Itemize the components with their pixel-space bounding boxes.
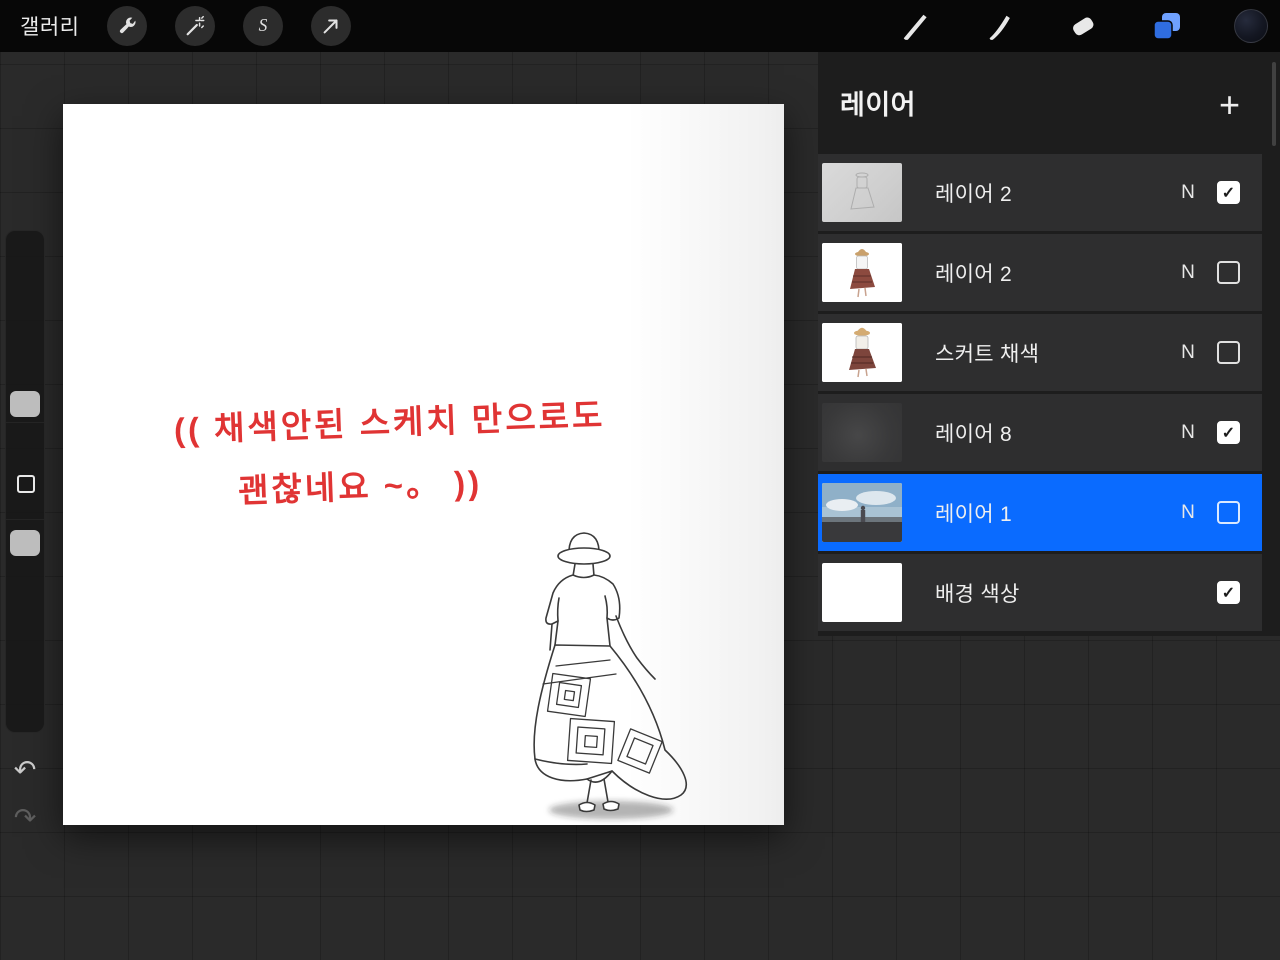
color-button[interactable]	[1232, 7, 1270, 45]
slider-strip	[5, 230, 45, 733]
blend-mode-button[interactable]: N	[1176, 262, 1200, 284]
blend-mode-button[interactable]: N	[1176, 502, 1200, 524]
layer-thumbnail[interactable]	[822, 163, 902, 222]
transform-button[interactable]	[311, 6, 352, 46]
selection-s-icon: S	[252, 15, 274, 37]
layer-thumbnail[interactable]	[822, 403, 902, 462]
layer-row[interactable]: 레이어 1 N	[818, 474, 1262, 551]
gallery-button[interactable]: 갤러리	[20, 11, 79, 41]
eraser-icon	[1068, 11, 1098, 41]
layers-icon	[1151, 10, 1183, 42]
svg-text:S: S	[259, 15, 268, 35]
layer-row[interactable]: 레이어 2 N	[818, 154, 1262, 231]
scrollbar[interactable]	[1272, 62, 1276, 146]
layer-row[interactable]: 스커트 채색 N	[818, 314, 1262, 391]
undo-button[interactable]: ↶	[5, 755, 45, 785]
drawing-canvas[interactable]: (( 채색안된 스케치 만으로도 괜찮네요 ~。 ))	[63, 104, 784, 825]
layer-name: 레이어 2	[935, 262, 1012, 286]
paint-button[interactable]	[896, 7, 934, 45]
visibility-checkbox[interactable]	[1217, 421, 1240, 444]
layer-row[interactable]: 레이어 2 N	[818, 234, 1262, 311]
layers-panel: 레이어 + 레이어 2 N ✓ 레이어 2 N 스커트 채색 N 레이어 8 N…	[818, 52, 1280, 636]
side-toolbar: ↶ ↷	[5, 230, 45, 833]
visibility-checkbox[interactable]	[1217, 341, 1240, 364]
selection-button[interactable]: S	[243, 6, 284, 46]
layer-thumbnail[interactable]	[822, 563, 902, 622]
layers-button[interactable]	[1148, 7, 1186, 45]
modify-button[interactable]	[17, 475, 35, 493]
blend-mode-button[interactable]: N	[1176, 422, 1200, 444]
brush-opacity-handle[interactable]	[10, 530, 40, 556]
visibility-checkbox[interactable]	[1217, 261, 1240, 284]
visibility-checkbox[interactable]	[1217, 181, 1240, 204]
top-toolbar: 갤러리 S	[0, 0, 1280, 52]
layer-thumbnail[interactable]	[822, 243, 902, 302]
layer-name: 스커트 채색	[935, 342, 1040, 366]
visibility-checkbox[interactable]	[1217, 501, 1240, 524]
layer-name: 레이어 8	[935, 422, 1012, 446]
visibility-checkbox[interactable]	[1217, 581, 1240, 604]
brush-opacity-slider[interactable]	[6, 519, 44, 734]
layer-row[interactable]: 레이어 8 N	[818, 394, 1262, 471]
add-layer-button[interactable]: +	[1219, 87, 1240, 123]
procreate-app: 갤러리 S ((채색안된 스케치 만으로도 괜찮네요 ~。)) ↶ ↷ 레이…	[0, 0, 1280, 960]
brush-size-handle[interactable]	[10, 391, 40, 417]
layer-name: 레이어 1	[935, 502, 1012, 526]
layer-thumbnail[interactable]	[822, 323, 902, 382]
blend-mode-button[interactable]: N	[1176, 342, 1200, 364]
adjustments-button[interactable]	[175, 6, 216, 46]
note-line-2: 괜찮네요 ~。 ))	[237, 463, 483, 510]
layers-panel-header: 레이어 +	[818, 52, 1280, 152]
layers-panel-title: 레이어	[840, 89, 917, 120]
layer-row[interactable]: 배경 색상	[818, 554, 1262, 631]
layer-name: 배경 색상	[935, 582, 1020, 606]
brush-size-slider[interactable]	[6, 231, 44, 423]
layer-thumbnail[interactable]	[822, 483, 902, 542]
actions-button[interactable]	[107, 6, 148, 46]
smudge-icon	[984, 11, 1014, 41]
blend-mode-button[interactable]: N	[1176, 182, 1200, 204]
magic-wand-icon	[184, 15, 206, 37]
arrow-cursor-icon	[320, 15, 342, 37]
handwritten-note: (( 채색안된 스케치 만으로도 괜찮네요 ~。 ))	[173, 385, 609, 525]
redo-button[interactable]: ↷	[5, 803, 45, 833]
wrench-icon	[116, 15, 138, 37]
layers-list: 레이어 2 N 레이어 2 N	[818, 154, 1280, 634]
color-swatch-icon	[1234, 9, 1268, 43]
smudge-button[interactable]	[980, 7, 1018, 45]
brush-icon	[900, 11, 930, 41]
erase-button[interactable]	[1064, 7, 1102, 45]
layer-name: 레이어 2	[935, 182, 1012, 206]
